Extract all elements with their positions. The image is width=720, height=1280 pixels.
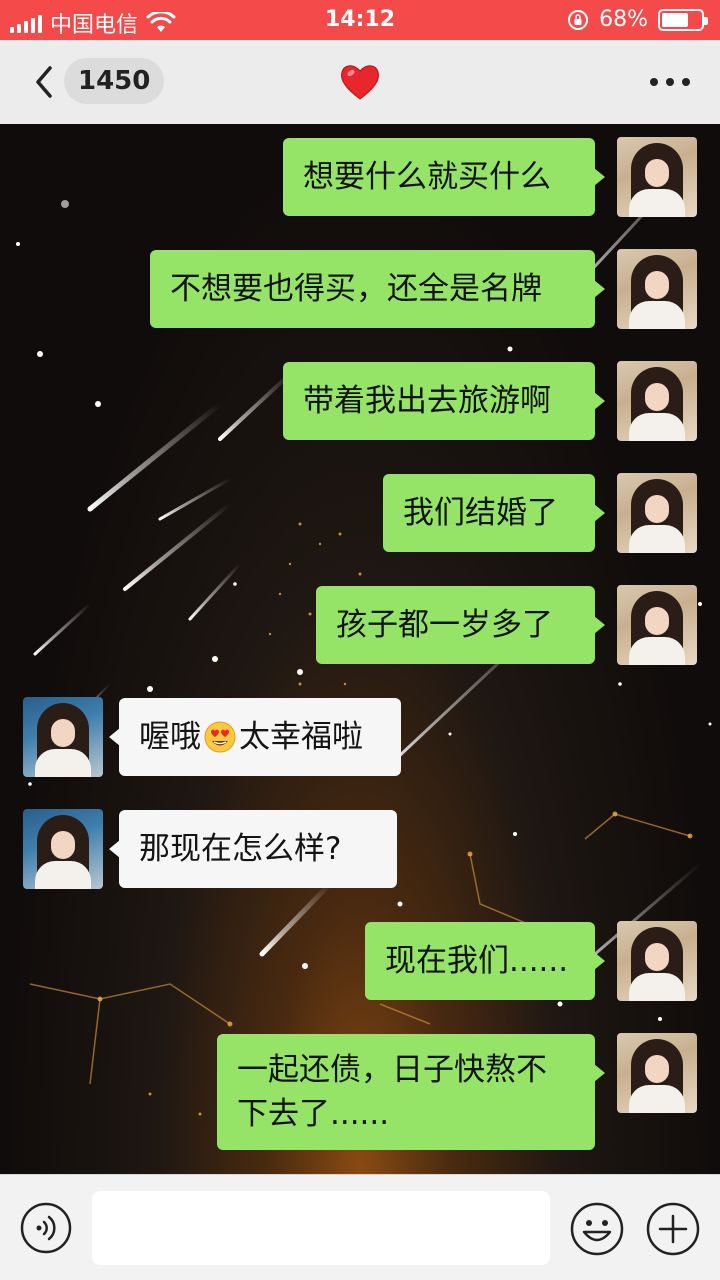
- my-avatar[interactable]: [617, 585, 697, 665]
- outgoing-message-bubble[interactable]: 带着我出去旅游啊: [283, 362, 605, 440]
- message-text: 孩子都一岁多了: [336, 607, 553, 643]
- outgoing-message-bubble[interactable]: 不想要也得买，还全是名牌: [150, 250, 605, 328]
- incoming-message-bubble[interactable]: 喔哦 太幸福啦: [109, 698, 401, 776]
- message-text: 现在我们......: [385, 943, 569, 979]
- message-text: 带着我出去旅游啊: [303, 383, 551, 419]
- rotation-lock-icon: [568, 9, 589, 30]
- battery-percent: 68%: [599, 7, 648, 32]
- contact-avatar[interactable]: [23, 809, 103, 889]
- outgoing-message-bubble[interactable]: 想要什么就买什么: [283, 138, 605, 216]
- status-bar: 中国电信 14:12 68%: [0, 0, 720, 40]
- more-dot-icon: [666, 78, 674, 86]
- contact-avatar[interactable]: [23, 697, 103, 777]
- more-dot-icon: [682, 78, 690, 86]
- outgoing-message-bubble[interactable]: 现在我们......: [365, 922, 605, 1000]
- message-text: 想要什么就买什么: [303, 159, 551, 195]
- outgoing-message-bubble[interactable]: 一起还债，日子快熬不 下去了......: [217, 1034, 605, 1150]
- my-avatar[interactable]: [617, 473, 697, 553]
- outgoing-message-bubble[interactable]: 我们结婚了: [383, 474, 605, 552]
- message-input[interactable]: [92, 1191, 550, 1265]
- my-avatar[interactable]: [617, 249, 697, 329]
- message-text: 太幸福啦: [239, 719, 363, 755]
- chat-header: 1450: [0, 40, 720, 124]
- voice-icon[interactable]: [20, 1202, 72, 1254]
- message-text: 那现在怎么样?: [139, 831, 342, 867]
- message-text-line: 下去了......: [237, 1096, 390, 1132]
- battery-icon: [658, 8, 708, 31]
- heart-eyes-emoji-icon: [204, 721, 236, 753]
- more-options-button[interactable]: [650, 70, 690, 94]
- red-heart-icon: [341, 65, 379, 100]
- my-avatar[interactable]: [617, 1033, 697, 1113]
- incoming-message-bubble[interactable]: 那现在怎么样?: [109, 810, 397, 888]
- unread-count-badge[interactable]: 1450: [64, 58, 165, 104]
- chat-area[interactable]: 想要什么就买什么 不想要也得买，还全是名牌 带着我出去旅游啊 我们结婚了 孩子都…: [0, 124, 720, 1174]
- emoji-icon[interactable]: [570, 1202, 624, 1256]
- my-avatar[interactable]: [617, 921, 697, 1001]
- my-avatar[interactable]: [617, 137, 697, 217]
- input-bar: [0, 1174, 720, 1280]
- outgoing-message-bubble[interactable]: 孩子都一岁多了: [316, 586, 605, 664]
- plus-icon[interactable]: [646, 1202, 700, 1256]
- more-dot-icon: [650, 78, 658, 86]
- message-text: 不想要也得买，还全是名牌: [170, 271, 542, 307]
- message-text-line: 一起还债，日子快熬不: [237, 1052, 547, 1088]
- back-chevron-icon[interactable]: [26, 62, 66, 102]
- my-avatar[interactable]: [617, 361, 697, 441]
- message-text: 我们结婚了: [403, 495, 558, 531]
- battery-fill: [662, 12, 688, 27]
- message-text: 喔哦: [139, 719, 201, 755]
